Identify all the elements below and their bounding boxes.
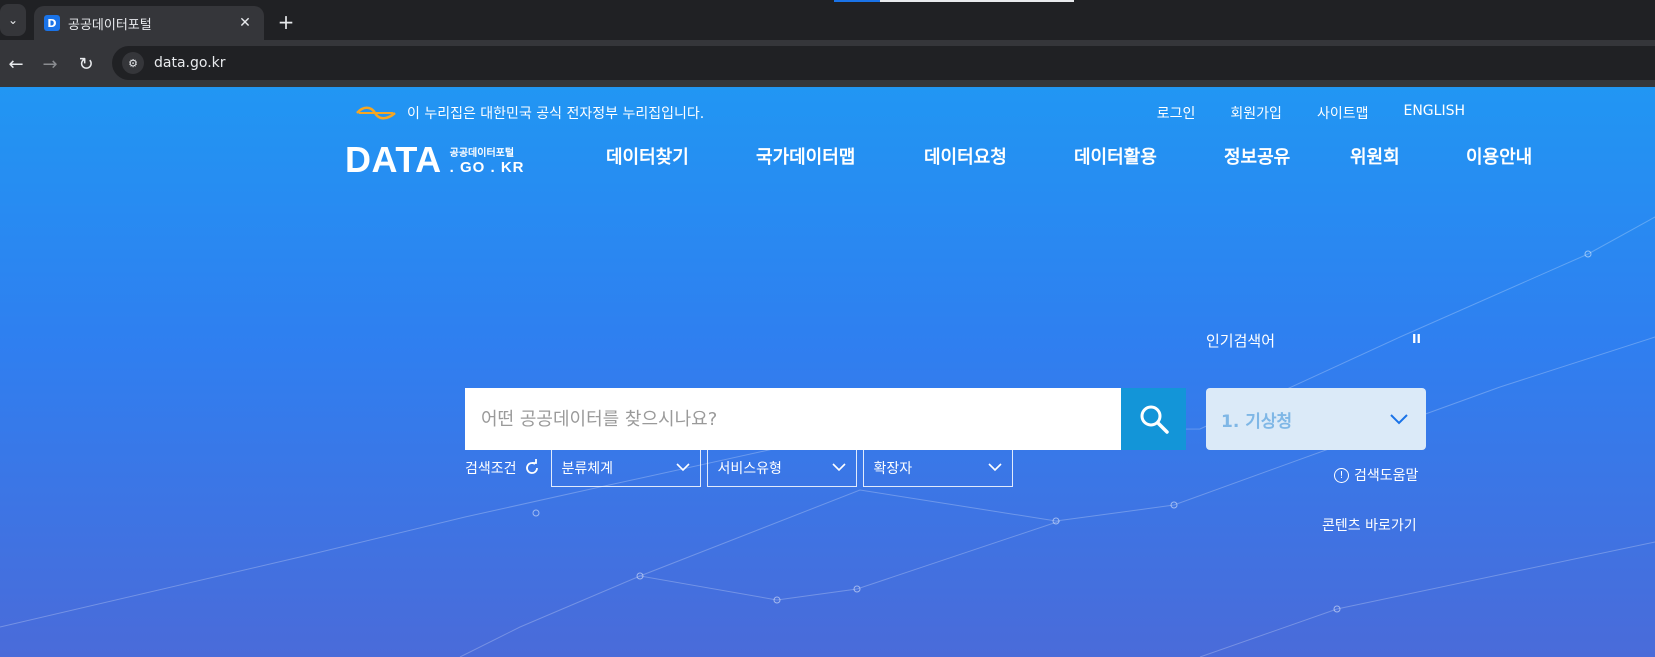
popular-search-label: 인기검색어	[1206, 332, 1276, 350]
info-icon: !	[1334, 467, 1349, 483]
extension-select-label: 확장자	[873, 460, 913, 477]
address-bar[interactable]: ⚙ data.go.kr	[112, 46, 1655, 80]
english-link[interactable]: ENGLISH	[1403, 103, 1465, 123]
logo-domain-text: . GO . KR	[449, 159, 525, 176]
popular-search-keyword: 1. 기상청	[1221, 411, 1293, 432]
chevron-down-icon	[1390, 414, 1408, 425]
egov-logo-icon	[356, 106, 396, 120]
nav-item-info-share[interactable]: 정보공유	[1224, 143, 1350, 169]
pause-icon[interactable]: II	[1412, 332, 1421, 346]
site-settings-icon[interactable]: ⚙	[122, 52, 144, 74]
site-logo[interactable]: DATA 공공데이터포털 . GO . KR	[345, 139, 524, 181]
filter-label-text: 검색조건	[465, 460, 517, 477]
logo-korean-text: 공공데이터포털	[449, 148, 515, 159]
nav-item-committee[interactable]: 위원회	[1350, 143, 1466, 169]
service-type-select[interactable]: 서비스유형	[706, 448, 857, 487]
global-nav: 데이터찾기 국가데이터맵 데이터요청 데이터활용 정보공유 위원회 이용안내	[606, 143, 1532, 169]
extension-select[interactable]: 확장자	[862, 448, 1013, 487]
logo-subtext: 공공데이터포털 . GO . KR	[450, 144, 525, 176]
gov-banner: 이 누리집은 대한민국 공식 전자정부 누리집입니다.	[355, 103, 704, 123]
search-box	[465, 388, 1186, 450]
skip-to-content-link[interactable]: 콘텐츠 바로가기	[1322, 515, 1417, 535]
classification-select-label: 분류체계	[561, 460, 614, 477]
chevron-down-icon	[675, 463, 690, 472]
url-text: data.go.kr	[154, 55, 226, 71]
nav-item-guide[interactable]: 이용안내	[1466, 143, 1532, 169]
browser-tab[interactable]: D 공공데이터포털 ✕	[34, 6, 264, 40]
forward-arrow-icon[interactable]: →	[36, 50, 64, 78]
site-favicon-icon: D	[44, 15, 60, 31]
background-line-graph	[0, 216, 1655, 657]
service-type-select-label: 서비스유형	[717, 460, 782, 477]
chevron-down-icon	[831, 463, 846, 472]
tab-indicator-accent	[834, 0, 880, 2]
search-help-text: 검색도움말	[1354, 468, 1419, 484]
new-tab-plus-icon[interactable]: +	[272, 8, 300, 36]
gov-banner-text: 이 누리집은 대한민국 공식 전자정부 누리집입니다.	[407, 106, 705, 122]
browser-toolbar: ← → ↻ ⚙ data.go.kr	[0, 40, 1655, 87]
tab-title: 공공데이터포털	[68, 17, 152, 33]
utility-links: 로그인 회원가입 사이트맵 ENGLISH	[1157, 103, 1465, 123]
signup-link[interactable]: 회원가입	[1230, 103, 1282, 123]
search-filters: 검색조건 분류체계 서비스유형 확장자	[465, 448, 1019, 487]
close-tab-icon[interactable]: ✕	[236, 15, 254, 31]
reset-filters-icon[interactable]	[523, 458, 541, 477]
sitemap-link[interactable]: 사이트맵	[1317, 103, 1369, 123]
tab-list-chevron-icon[interactable]: ⌄	[0, 4, 26, 36]
nav-item-data-request[interactable]: 데이터요청	[924, 143, 1074, 169]
login-link[interactable]: 로그인	[1157, 103, 1196, 123]
reload-icon[interactable]: ↻	[72, 50, 100, 78]
browser-tabbar: ⌄ D 공공데이터포털 ✕ +	[0, 0, 1655, 40]
search-help-link[interactable]: ! 검색도움말	[1334, 465, 1418, 485]
page-hero: 이 누리집은 대한민국 공식 전자정부 누리집입니다. 로그인 회원가입 사이트…	[0, 87, 1655, 657]
search-icon	[1140, 405, 1169, 434]
back-arrow-icon[interactable]: ←	[2, 50, 30, 78]
filter-label: 검색조건	[465, 458, 541, 478]
nav-item-find-data[interactable]: 데이터찾기	[606, 143, 756, 169]
search-input[interactable]	[465, 388, 1121, 450]
logo-data-text: DATA	[345, 139, 442, 180]
classification-select[interactable]: 분류체계	[550, 448, 701, 487]
nav-item-data-usage[interactable]: 데이터활용	[1074, 143, 1224, 169]
search-button[interactable]	[1121, 388, 1186, 450]
popular-search-dropdown[interactable]: 1. 기상청	[1206, 388, 1426, 450]
chevron-down-icon	[987, 463, 1002, 472]
nav-item-national-data-map[interactable]: 국가데이터맵	[756, 143, 924, 169]
